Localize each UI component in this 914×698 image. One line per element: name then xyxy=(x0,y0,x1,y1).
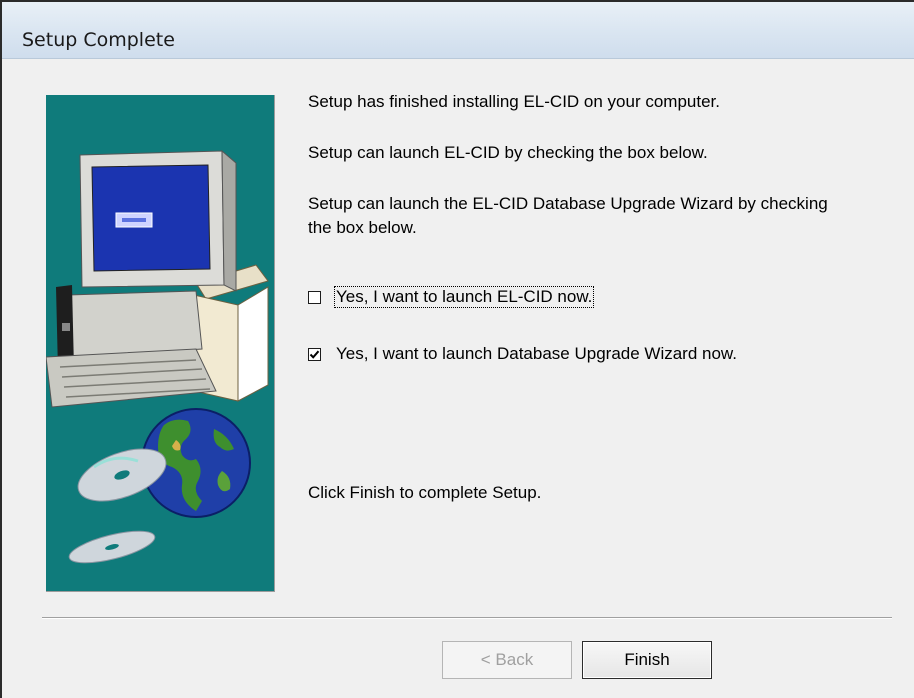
title-bar[interactable]: Setup Complete xyxy=(2,2,914,59)
checkmark-icon xyxy=(309,350,320,359)
launch-wizard-option[interactable]: Yes, I want to launch Database Upgrade W… xyxy=(308,343,738,365)
setup-complete-window: Setup Complete Setup has finished instal… xyxy=(0,0,914,698)
dialog-body: Setup has finished installing EL-CID on … xyxy=(2,59,914,698)
launch-wizard-checkbox[interactable] xyxy=(308,347,321,361)
launch-app-message: Setup can launch EL-CID by checking the … xyxy=(308,143,708,162)
launch-elcid-checkbox[interactable] xyxy=(308,290,321,304)
finish-button[interactable]: Finish xyxy=(582,641,712,679)
click-finish-message: Click Finish to complete Setup. xyxy=(308,483,542,502)
computer-globe-icon xyxy=(46,149,269,564)
finished-message: Setup has finished installing EL-CID on … xyxy=(308,92,721,111)
window-title: Setup Complete xyxy=(22,29,175,51)
back-button[interactable]: < Back xyxy=(442,641,572,679)
installer-illustration xyxy=(46,95,275,592)
launch-elcid-label[interactable]: Yes, I want to launch EL-CID now. xyxy=(333,286,595,308)
launch-elcid-option[interactable]: Yes, I want to launch EL-CID now. xyxy=(308,286,595,308)
launch-wizard-message: Setup can launch the EL-CID Database Upg… xyxy=(308,194,828,237)
button-separator xyxy=(42,617,892,619)
launch-wizard-label[interactable]: Yes, I want to launch Database Upgrade W… xyxy=(335,344,738,364)
